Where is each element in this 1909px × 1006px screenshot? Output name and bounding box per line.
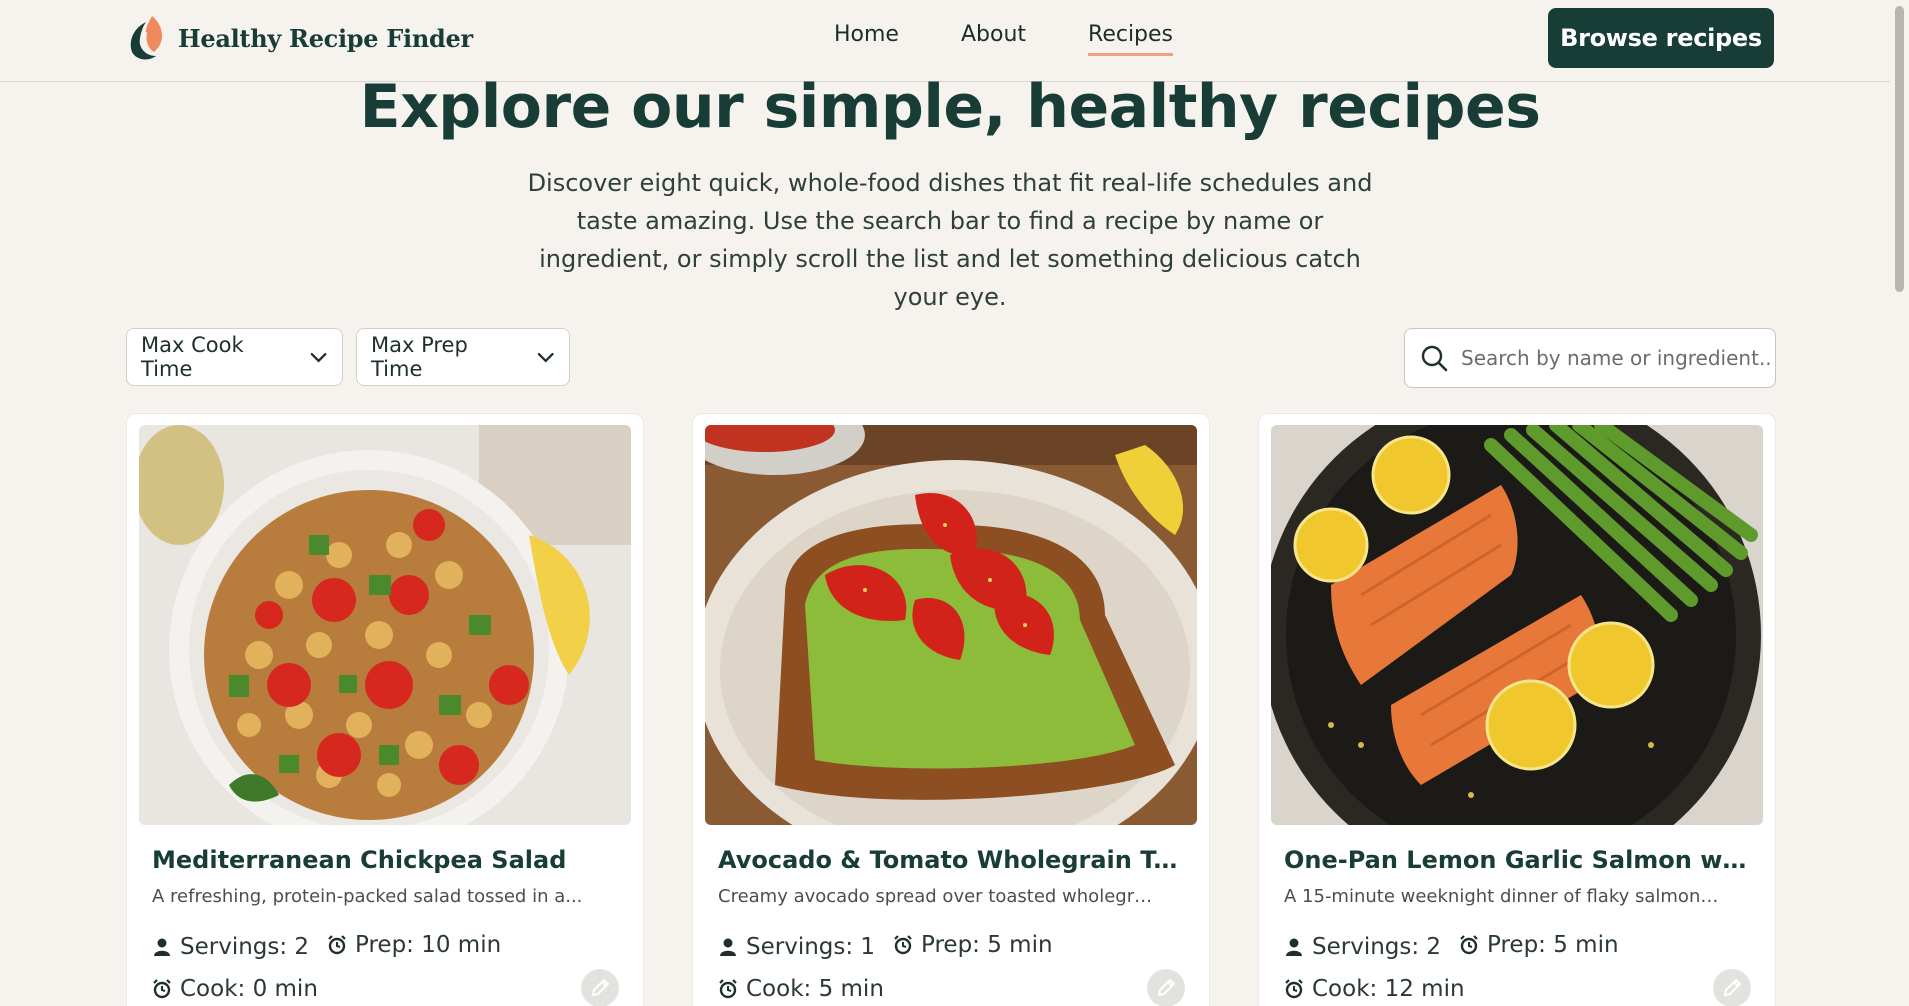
cook-time-text: Cook: 12 min [1312, 976, 1465, 1002]
leaf-logo-icon [130, 16, 163, 60]
recipe-card[interactable]: Avocado & Tomato Wholegrain Toast Creamy… [692, 413, 1210, 1006]
cook-time-text: Cook: 0 min [180, 976, 318, 1002]
prep-time: Prep: 5 min [893, 932, 1053, 958]
prep-time-text: Prep: 5 min [1487, 932, 1619, 958]
alarm-clock-icon [153, 979, 171, 999]
page-scrollbar[interactable] [1890, 0, 1909, 1006]
recipe-title[interactable]: One-Pan Lemon Garlic Salmon with... [1284, 846, 1754, 874]
servings-text: Servings: 2 [180, 934, 310, 960]
max-cook-time-label: Max Cook Time [141, 333, 244, 381]
person-icon [720, 938, 736, 956]
recipe-description: A refreshing, protein-packed salad tosse… [152, 886, 583, 907]
servings-text: Servings: 2 [1312, 934, 1442, 960]
logo[interactable]: Healthy Recipe Finder [124, 12, 473, 64]
recipe-image-chickpea-salad[interactable] [139, 425, 631, 825]
chevron-down-icon [537, 352, 554, 363]
search-box[interactable] [1404, 328, 1776, 388]
prep-time: Prep: 5 min [1459, 932, 1619, 958]
search-icon [1421, 345, 1448, 372]
alarm-clock-icon [719, 979, 737, 999]
recipe-card[interactable]: Mediterranean Chickpea Salad A refreshin… [126, 413, 644, 1006]
site-header: Healthy Recipe Finder Home About Recipes… [0, 0, 1890, 82]
nav-recipes[interactable]: Recipes [1088, 22, 1174, 56]
edit-recipe-button[interactable] [1713, 969, 1751, 1006]
alarm-clock-icon [328, 935, 346, 955]
max-prep-time-dropdown[interactable]: Max Prep Time [356, 328, 570, 386]
cook-time-text: Cook: 5 min [746, 976, 884, 1002]
recipe-title[interactable]: Avocado & Tomato Wholegrain Toast [718, 846, 1188, 874]
max-cook-time-dropdown[interactable]: Max Cook Time [126, 328, 343, 386]
alarm-clock-icon [894, 935, 912, 955]
nav-home[interactable]: Home [834, 22, 899, 56]
servings: Servings: 2 [152, 934, 309, 960]
prep-time-text: Prep: 10 min [355, 932, 502, 958]
cook-time: Cook: 5 min [718, 976, 884, 1002]
servings: Servings: 1 [718, 934, 875, 960]
recipe-description: Creamy avocado spread over toasted whole… [718, 886, 1158, 907]
chevron-down-icon [310, 352, 327, 363]
recipe-image-avocado-toast[interactable] [705, 425, 1197, 825]
search-input[interactable] [1461, 346, 1771, 370]
prep-time: Prep: 10 min [327, 932, 501, 958]
logo-text: Healthy Recipe Finder [178, 23, 473, 53]
max-prep-time-label: Max Prep Time [371, 333, 468, 381]
pencil-icon [591, 978, 610, 997]
recipe-card[interactable]: One-Pan Lemon Garlic Salmon with... A 15… [1258, 413, 1776, 1006]
prep-time-text: Prep: 5 min [921, 932, 1053, 958]
recipe-title[interactable]: Mediterranean Chickpea Salad [152, 846, 622, 874]
pencil-icon [1723, 978, 1742, 997]
person-icon [154, 938, 170, 956]
scrollbar-thumb[interactable] [1895, 6, 1904, 292]
alarm-clock-icon [1460, 935, 1478, 955]
servings: Servings: 2 [1284, 934, 1441, 960]
recipe-image-lemon-garlic-salmon[interactable] [1271, 425, 1763, 825]
browse-recipes-button[interactable]: Browse recipes [1548, 8, 1774, 68]
pencil-icon [1157, 978, 1176, 997]
page-title: Explore our simple, healthy recipes [359, 72, 1541, 142]
cook-time: Cook: 12 min [1284, 976, 1465, 1002]
edit-recipe-button[interactable] [1147, 969, 1185, 1006]
person-icon [1286, 938, 1302, 956]
main-nav: Home About Recipes [834, 22, 1174, 56]
cook-time: Cook: 0 min [152, 976, 318, 1002]
alarm-clock-icon [1285, 979, 1303, 999]
servings-text: Servings: 1 [746, 934, 876, 960]
edit-recipe-button[interactable] [581, 969, 619, 1006]
nav-about[interactable]: About [961, 22, 1026, 56]
page-description: Discover eight quick, whole-food dishes … [527, 169, 1373, 311]
recipe-description: A 15-minute weeknight dinner of flaky sa… [1284, 886, 1724, 907]
